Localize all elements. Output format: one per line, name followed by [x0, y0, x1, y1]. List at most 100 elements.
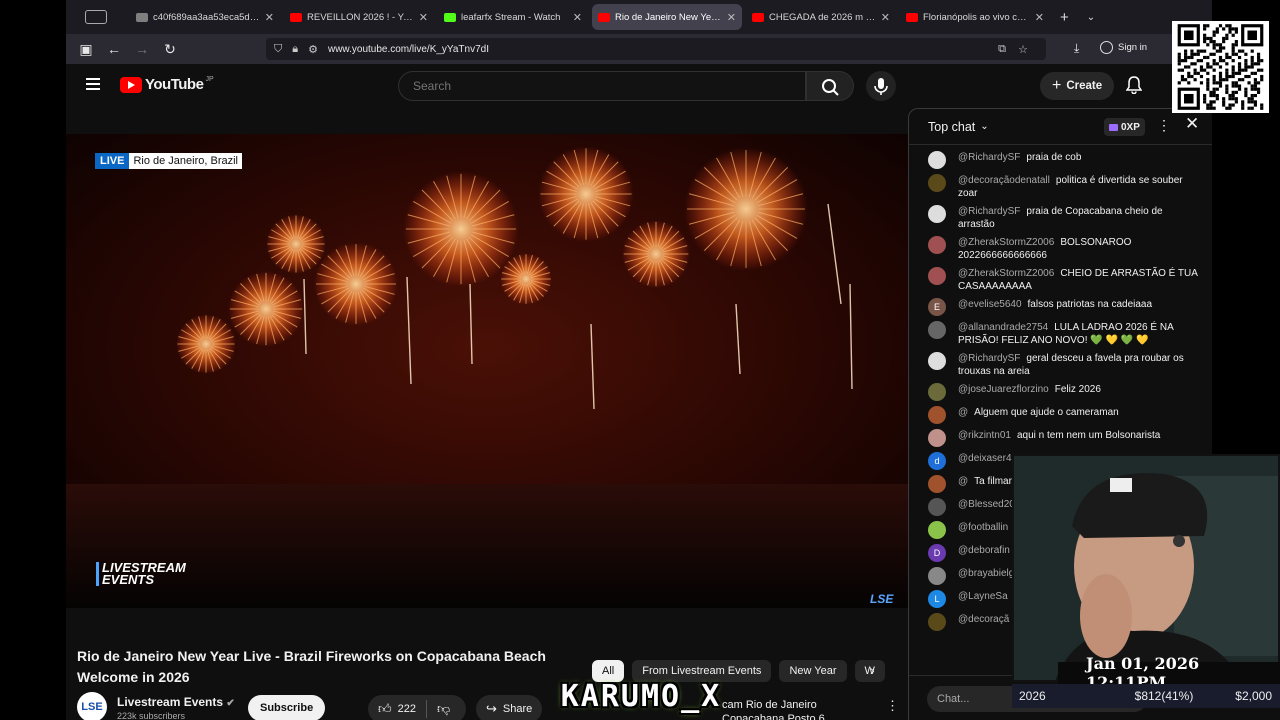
chat-mode-dropdown[interactable]: Top chat	[928, 120, 975, 134]
qr-module	[1199, 74, 1204, 79]
chat-avatar[interactable]	[928, 321, 946, 339]
bookmark-star-icon[interactable]: ☆	[1018, 43, 1028, 56]
address-bar[interactable]: ⛉ 🔒︎ ⚙ www.youtube.com/live/K_yYaTnv7dI …	[266, 38, 1046, 60]
chat-author[interactable]: @deixaser4	[958, 453, 1012, 464]
browser-tab[interactable]: c40f689aa3aa53eca5de3dbc31 ✕	[130, 4, 280, 30]
close-chat-icon[interactable]: ✕	[1185, 114, 1199, 134]
more-options-icon[interactable]: ⋮	[886, 698, 899, 714]
channel-name[interactable]: Livestream Events ✔	[117, 695, 235, 709]
qr-module	[1241, 68, 1245, 72]
chat-avatar[interactable]	[928, 498, 946, 516]
video-player[interactable]: LIVE Rio de Janeiro, Brazil LIVESTREAM E…	[66, 134, 908, 608]
permissions-icon[interactable]: ⚙	[308, 43, 318, 56]
tab-close-icon[interactable]: ✕	[1035, 11, 1044, 24]
picture-in-picture-icon[interactable]: ⧉	[998, 43, 1006, 56]
chat-avatar[interactable]	[928, 236, 946, 254]
chat-author[interactable]: @footballin	[958, 522, 1008, 533]
back-button[interactable]: ←	[100, 41, 128, 57]
chat-avatar[interactable]: L	[928, 590, 946, 608]
chat-avatar[interactable]: D	[928, 544, 946, 562]
channel-name-text[interactable]: Livestream Events	[117, 695, 223, 709]
tab-list-chevron-icon[interactable]: ⌄	[1087, 12, 1095, 23]
subscribe-button[interactable]: Subscribe	[248, 695, 326, 720]
tab-close-icon[interactable]: ✕	[265, 11, 274, 24]
thumbs-down-icon[interactable]: 👎︎	[437, 701, 450, 717]
search-box[interactable]	[398, 71, 806, 101]
chips-next-chevron-icon[interactable]: ›	[870, 662, 875, 678]
chat-author[interactable]: @RichardySF	[958, 206, 1020, 217]
tab-close-icon[interactable]: ✕	[419, 11, 428, 24]
chat-avatar[interactable]: E	[928, 298, 946, 316]
sign-in-button[interactable]: Sign in	[1100, 41, 1147, 54]
chat-author[interactable]: @rikzintn01	[958, 430, 1011, 441]
chat-author[interactable]: @joseJuarezflorzino	[958, 384, 1049, 395]
forward-button[interactable]: →	[128, 41, 156, 57]
chat-avatar[interactable]	[928, 174, 946, 192]
chat-author[interactable]: @LayneSa	[958, 591, 1008, 602]
thumbs-up-icon[interactable]: 👍︎	[378, 701, 392, 717]
browser-tab[interactable]: leafarfx Stream - Watch ✕	[438, 4, 588, 30]
qr-module	[1209, 106, 1213, 110]
streamer-webcam-image	[1014, 456, 1278, 680]
chat-author[interactable]: @	[958, 407, 968, 418]
chat-author[interactable]: @brayabielg	[958, 568, 1014, 579]
notifications-bell-icon[interactable]	[1126, 76, 1142, 94]
browser-tab[interactable]: REVEILLON 2026 ! - YouTub ✕	[284, 4, 434, 30]
url-text[interactable]: www.youtube.com/live/K_yYaTnv7dI	[328, 44, 489, 55]
chat-avatar[interactable]	[928, 567, 946, 585]
chat-avatar[interactable]	[928, 267, 946, 285]
chat-author[interactable]: @ZherakStormZ2006	[958, 268, 1054, 279]
chat-author[interactable]: @allanandrade2754	[958, 322, 1048, 333]
search-input[interactable]	[399, 72, 805, 100]
create-button[interactable]: + Create	[1040, 72, 1115, 100]
browser-tab[interactable]: Rio de Janeiro New Year Li ✕	[592, 4, 742, 30]
chat-avatar[interactable]	[928, 151, 946, 169]
tab-overview-button[interactable]	[66, 10, 126, 24]
chat-avatar[interactable]	[928, 613, 946, 631]
chat-author[interactable]: @decoraçãodenatall	[958, 175, 1050, 186]
browser-tab[interactable]: CHEGADA de 2026 m Balne ✕	[746, 4, 896, 30]
xp-badge[interactable]: 0XP	[1104, 118, 1145, 136]
search-button[interactable]	[806, 71, 854, 101]
tab-close-icon[interactable]: ✕	[727, 11, 736, 24]
like-dislike-button[interactable]: 👍︎ 222 👎︎	[368, 695, 466, 720]
qr-module	[1218, 55, 1223, 60]
youtube-logo[interactable]: YouTube JP	[120, 76, 214, 93]
chat-avatar[interactable]	[928, 205, 946, 223]
tab-close-icon[interactable]: ✕	[881, 11, 890, 24]
qr-module	[1199, 81, 1204, 85]
lock-icon[interactable]: 🔒︎	[292, 43, 298, 56]
sidebar-toggle-icon[interactable]: ▣	[72, 41, 100, 58]
chat-author[interactable]: @evelise5640	[958, 299, 1022, 310]
chat-avatar[interactable]	[928, 429, 946, 447]
menu-icon[interactable]	[86, 78, 100, 90]
qr-module	[1206, 55, 1210, 60]
chat-avatar[interactable]	[928, 475, 946, 493]
shield-icon[interactable]: ⛉	[274, 43, 282, 56]
qr-module	[1250, 71, 1254, 75]
chat-avatar[interactable]	[928, 406, 946, 424]
chat-avatar[interactable]	[928, 521, 946, 539]
chat-author[interactable]: @decoraçã	[958, 614, 1009, 625]
chat-author[interactable]: @deborafin	[958, 545, 1010, 556]
chat-avatar[interactable]: d	[928, 452, 946, 470]
chat-avatar[interactable]	[928, 352, 946, 370]
chat-author[interactable]: @RichardySF	[958, 152, 1020, 163]
chevron-down-icon[interactable]: ⌄	[980, 121, 988, 132]
downloads-icon[interactable]: ⤓	[1074, 41, 1079, 56]
new-tab-button[interactable]: +	[1060, 9, 1069, 26]
voice-search-button[interactable]	[866, 71, 896, 101]
chat-message: @ZherakStormZ2006 BOLSONAROO 202266666666…	[909, 234, 1212, 265]
filter-chip[interactable]: New Year	[779, 660, 847, 682]
chat-author[interactable]: @ZherakStormZ2006	[958, 237, 1054, 248]
chat-menu-icon[interactable]: ⋮	[1157, 117, 1171, 134]
tab-close-icon[interactable]: ✕	[573, 11, 582, 24]
qr-module	[1215, 87, 1219, 91]
channel-avatar[interactable]: LSE	[77, 692, 107, 720]
chat-author[interactable]: @RichardySF	[958, 353, 1020, 364]
chat-author[interactable]: @	[958, 476, 968, 487]
chat-avatar[interactable]	[928, 383, 946, 401]
browser-tab[interactable]: Florianópolis ao vivo com fe ✕	[900, 4, 1050, 30]
reload-button[interactable]: ↻	[156, 41, 184, 58]
chat-author[interactable]: @Blessed20	[958, 499, 1015, 510]
